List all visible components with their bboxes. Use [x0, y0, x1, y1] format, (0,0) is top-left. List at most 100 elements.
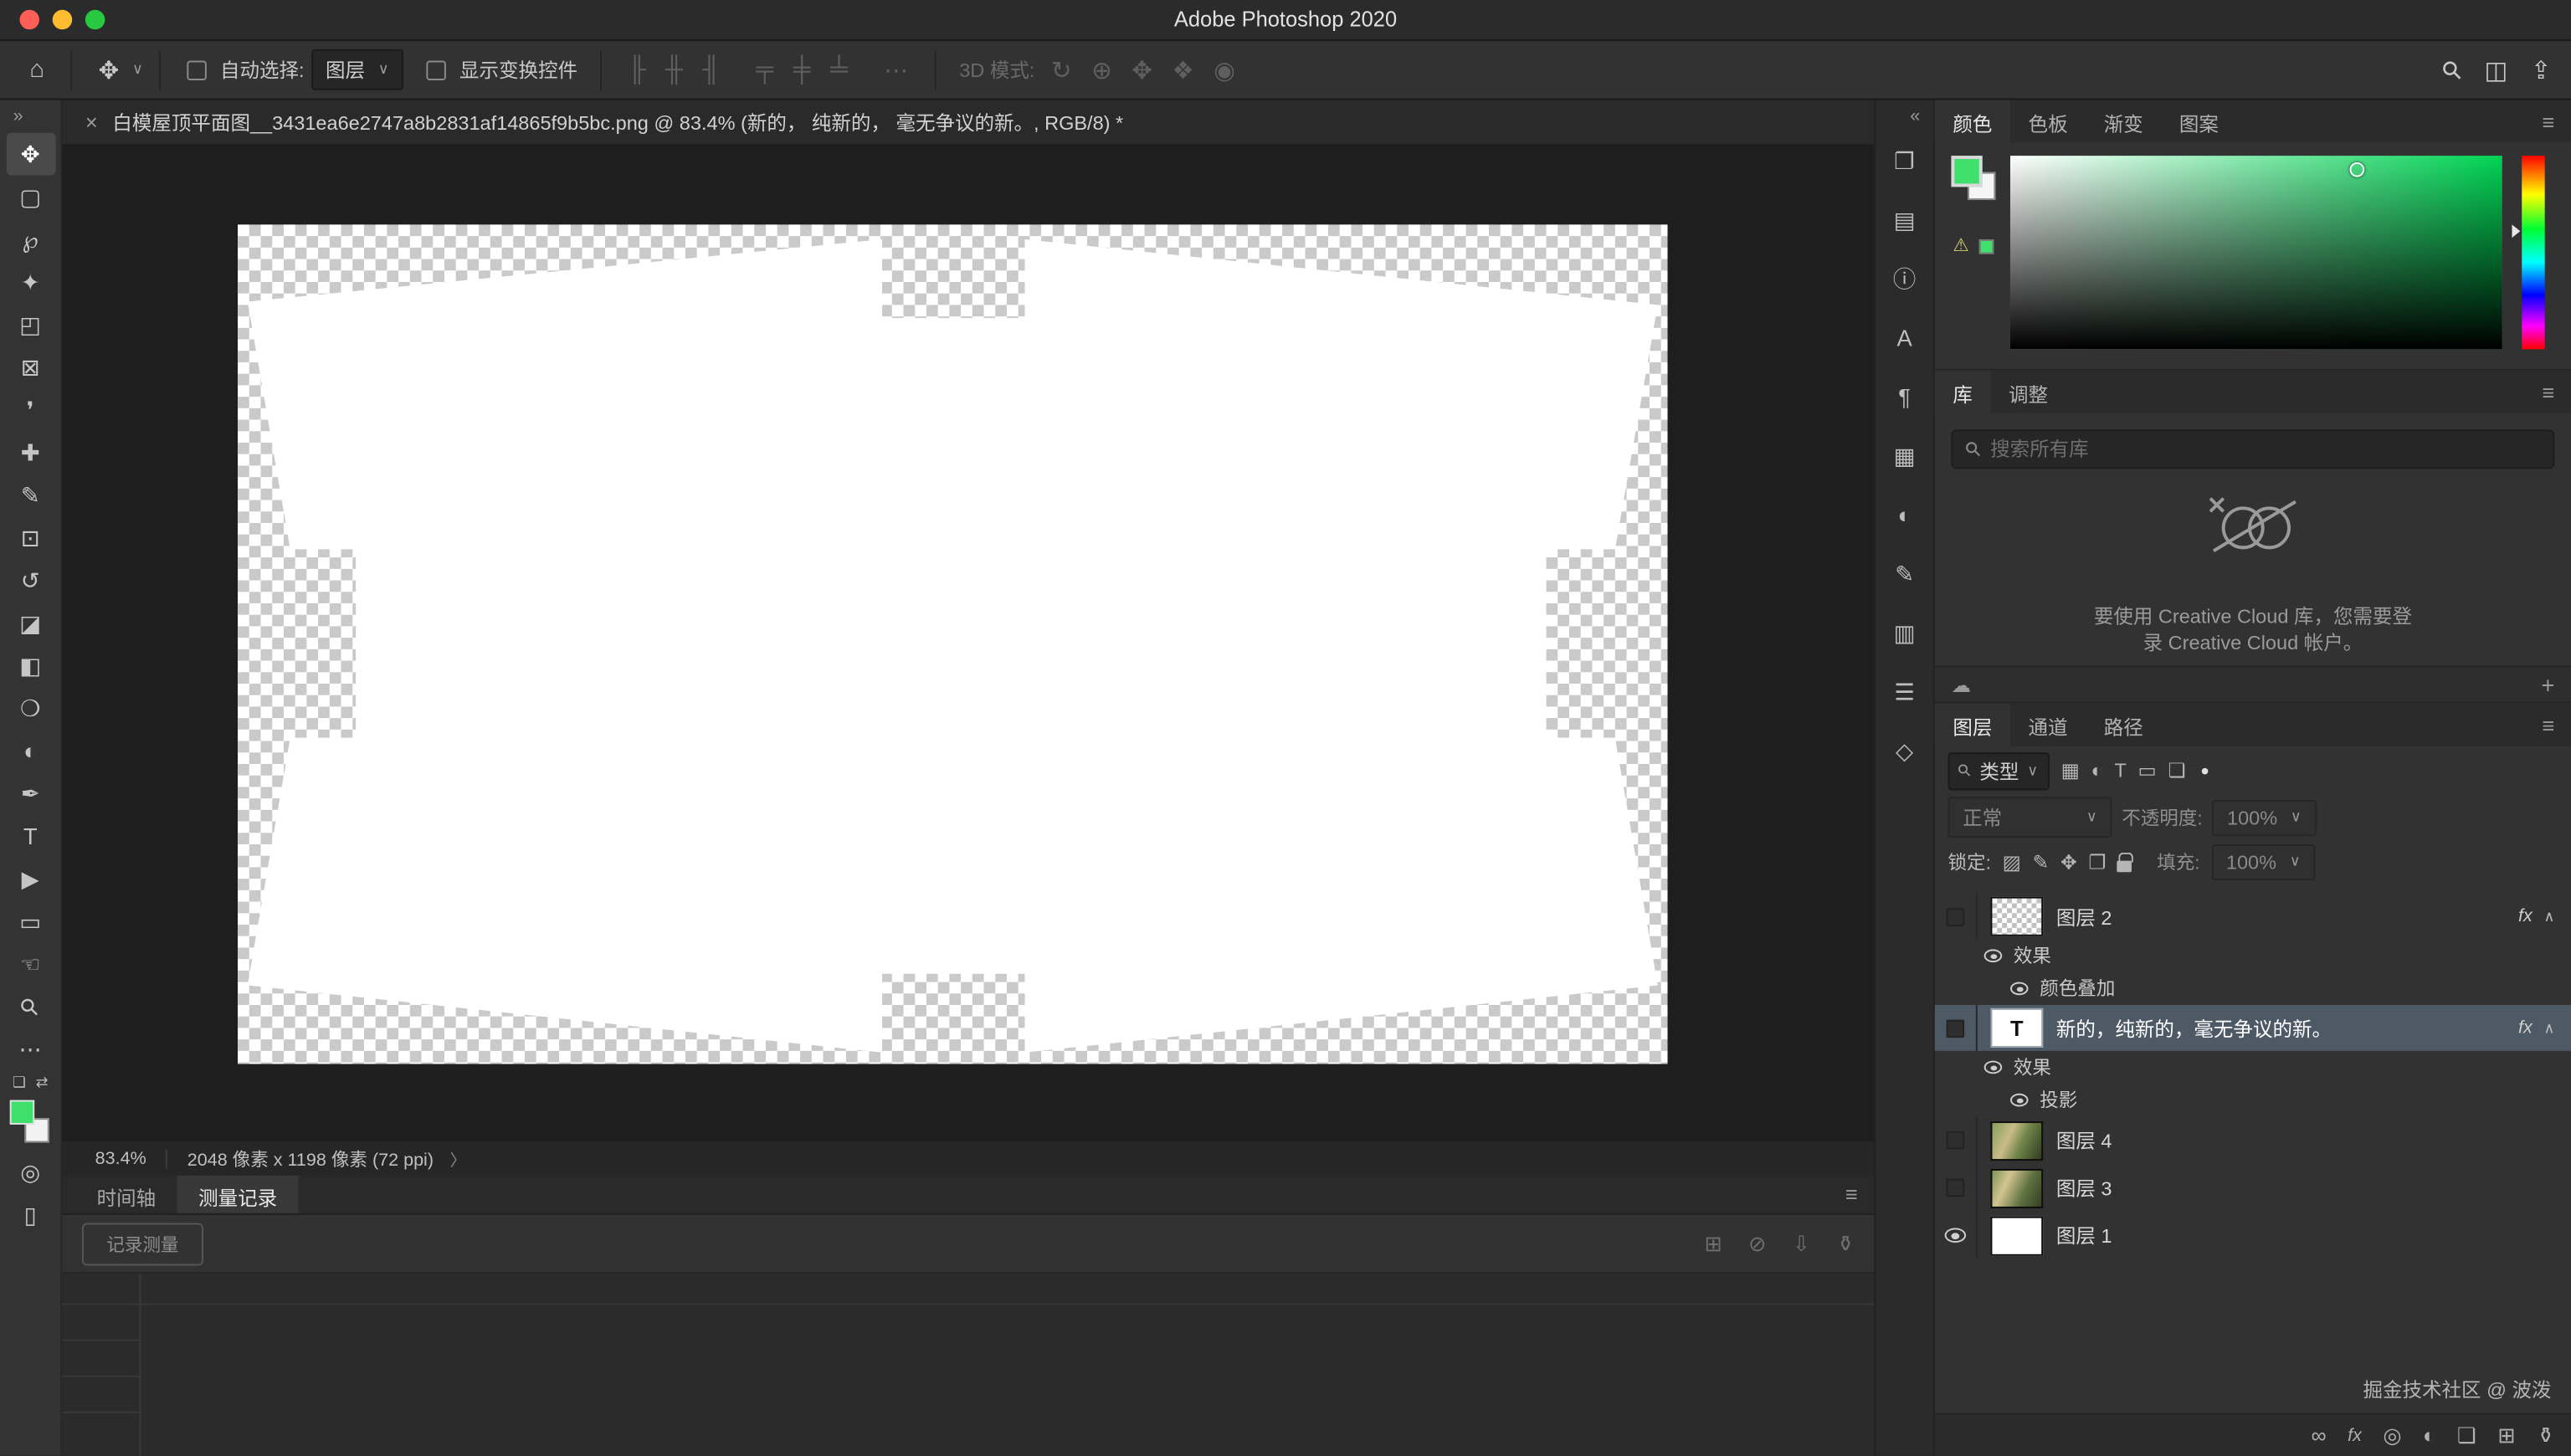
layer-filter-dropdown[interactable]: ⚲ 类型 ∨ — [1948, 751, 2050, 789]
hue-slider[interactable] — [2522, 156, 2544, 349]
clear-measurements-icon[interactable]: ⊘ — [1748, 1230, 1766, 1256]
tool-move[interactable]: ✥ — [6, 133, 55, 176]
auto-select-checkbox[interactable] — [187, 60, 208, 80]
document-tab-title[interactable]: 白模屋顶平面图__3431ea6e2747a8b2831af14865f9b5b… — [112, 108, 1123, 136]
styles-panel-icon[interactable]: ✎ — [1881, 549, 1927, 598]
tool-eyedropper[interactable]: ❜ — [6, 388, 55, 431]
tool-lasso[interactable]: ℘ — [6, 218, 55, 261]
layer-row[interactable]: 图层 1 — [1935, 1212, 2571, 1259]
more-align-options-icon[interactable]: ⋯ — [884, 55, 908, 85]
tool-gradient[interactable]: ◧ — [6, 644, 55, 687]
filter-smart-objects-icon[interactable]: ❏ — [2168, 759, 2185, 782]
properties-panel-icon[interactable]: ▥ — [1881, 608, 1927, 658]
effect-row[interactable]: 效果 — [1935, 1051, 2571, 1084]
auto-select-target-dropdown[interactable]: 图层 ∨ — [310, 49, 403, 90]
layer-thumbnail[interactable] — [1990, 1216, 2043, 1255]
align-right-icon[interactable]: ╢ — [702, 56, 720, 84]
opacity-field[interactable]: 100% ∨ — [2212, 799, 2316, 835]
export-measurements-icon[interactable]: ⇩ — [1793, 1230, 1810, 1256]
close-document-icon[interactable]: × — [85, 110, 98, 134]
tool-spot-healing[interactable]: ✚ — [6, 431, 55, 474]
layer-thumbnail[interactable] — [1990, 1120, 2043, 1160]
swap-colors-icon[interactable]: ⇄ — [36, 1074, 49, 1092]
lock-pixels-icon[interactable]: ✎ — [2033, 850, 2050, 873]
foreground-color-swatch[interactable] — [9, 1100, 33, 1125]
tab-swatches[interactable]: 色板 — [2010, 100, 2086, 143]
3d-panel-icon[interactable]: ◇ — [1881, 726, 1927, 776]
glyphs-panel-icon[interactable]: ▦ — [1881, 431, 1927, 480]
layer-thumbnail[interactable] — [1990, 1168, 2043, 1207]
adjustments-panel-icon[interactable]: ◐ — [1881, 490, 1927, 540]
tool-clone-stamp[interactable]: ⊡ — [6, 516, 55, 559]
new-layer-icon[interactable]: ⊞ — [2497, 1423, 2515, 1448]
tool-frame[interactable]: ⊠ — [6, 346, 55, 388]
visibility-toggle[interactable] — [1947, 1019, 1965, 1038]
layer-name[interactable]: 新的，纯新的，毫无争议的新。 — [2056, 1014, 2518, 1042]
tool-hand[interactable]: ☜ — [6, 943, 55, 986]
tab-channels[interactable]: 通道 — [2010, 703, 2086, 746]
toolbar-expand-icon[interactable]: » — [0, 100, 23, 133]
delete-layer-icon[interactable]: ⚱ — [2537, 1423, 2554, 1448]
visibility-toggle[interactable] — [1947, 1179, 1965, 1197]
align-top-icon[interactable]: ╤ — [756, 56, 773, 84]
share-image-icon[interactable]: ⇪ — [2531, 55, 2552, 85]
tool-zoom[interactable]: ⚲ — [6, 985, 55, 1028]
move-tool-dropdown-icon[interactable]: ∨ — [132, 60, 143, 79]
foreground-color-well[interactable] — [1951, 156, 1982, 187]
record-measurements-button[interactable]: 记录测量 — [82, 1223, 203, 1265]
layer-mask-icon[interactable]: ◎ — [2383, 1423, 2401, 1448]
tab-patterns[interactable]: 图案 — [2161, 100, 2236, 143]
default-colors-icon[interactable]: ❏ — [13, 1074, 26, 1092]
paragraph-panel-icon[interactable]: ¶ — [1881, 372, 1927, 422]
add-library-icon[interactable]: + — [2541, 671, 2554, 697]
saturation-brightness-field[interactable] — [2010, 156, 2502, 349]
3d-slide-icon[interactable]: ❖ — [1172, 55, 1193, 85]
effect-visibility-icon[interactable] — [1984, 1061, 2003, 1074]
layer-name[interactable]: 图层 3 — [2056, 1174, 2571, 1202]
3d-roll-icon[interactable]: ⊕ — [1091, 55, 1112, 85]
panel-menu-icon[interactable]: ≡ — [2543, 110, 2555, 134]
panel-menu-icon[interactable]: ≡ — [1845, 1182, 1858, 1207]
effect-label[interactable]: 效果 — [2014, 943, 2051, 969]
filter-pixel-layers-icon[interactable]: ▦ — [2061, 759, 2080, 782]
effect-visibility-icon[interactable] — [2010, 982, 2029, 996]
effect-row[interactable]: 投影 — [1935, 1084, 2571, 1116]
tool-more[interactable]: ⋯ — [6, 1028, 55, 1070]
layer-name[interactable]: 图层 2 — [2056, 903, 2518, 931]
move-tool-icon[interactable]: ✥ — [99, 55, 120, 85]
3d-rotate-icon[interactable]: ↻ — [1051, 55, 1072, 85]
layer-row-selected[interactable]: T 新的，纯新的，毫无争议的新。 fx∧ — [1935, 1005, 2571, 1051]
align-h-center-icon[interactable]: ╫ — [665, 56, 683, 84]
tool-history-brush[interactable]: ↺ — [6, 559, 55, 602]
tool-object-selection[interactable]: ✦ — [6, 261, 55, 304]
workspace-switcher-icon[interactable]: ◫ — [2485, 55, 2508, 85]
blend-mode-dropdown[interactable]: 正常 ∨ — [1948, 797, 2112, 838]
data-points-icon[interactable]: ⊞ — [1704, 1230, 1722, 1256]
visibility-eye-icon[interactable] — [1945, 1228, 1966, 1243]
tab-measurement-log[interactable]: 测量记录 — [177, 1176, 299, 1213]
tool-path-selection[interactable]: ▶ — [6, 858, 55, 900]
lock-all-icon[interactable] — [2117, 860, 2132, 872]
filter-shape-layers-icon[interactable]: ▭ — [2138, 759, 2157, 782]
tool-type[interactable]: T — [6, 815, 55, 858]
panels-collapse-icon[interactable]: « — [1910, 100, 1933, 136]
home-icon[interactable]: ⌂ — [29, 56, 44, 84]
tab-color[interactable]: 颜色 — [1935, 100, 2010, 143]
show-transform-checkbox[interactable] — [427, 60, 447, 80]
hue-slider-indicator[interactable] — [2512, 224, 2520, 238]
cloud-sync-icon[interactable]: ☁ — [1951, 673, 1971, 695]
tool-eraser[interactable]: ◪ — [6, 602, 55, 644]
effect-label[interactable]: 投影 — [2040, 1087, 2077, 1113]
effect-label[interactable]: 颜色叠加 — [2040, 976, 2115, 1002]
collapse-effects-icon[interactable]: ∧ — [2544, 1019, 2555, 1038]
tab-paths[interactable]: 路径 — [2086, 703, 2161, 746]
quick-mask-button[interactable]: ◎ — [6, 1151, 55, 1193]
character-panel-icon[interactable]: A — [1881, 313, 1927, 362]
tool-marquee[interactable]: ▢ — [6, 176, 55, 218]
tab-gradients[interactable]: 渐变 — [2086, 100, 2161, 143]
delete-measurements-icon[interactable]: ⚱ — [1836, 1230, 1854, 1256]
color-picker-indicator[interactable] — [2350, 161, 2365, 177]
paragraph-styles-panel-icon[interactable]: ☰ — [1881, 667, 1927, 716]
panel-menu-icon[interactable]: ≡ — [2543, 381, 2555, 405]
search-icon[interactable]: ⚲ — [2435, 53, 2469, 86]
